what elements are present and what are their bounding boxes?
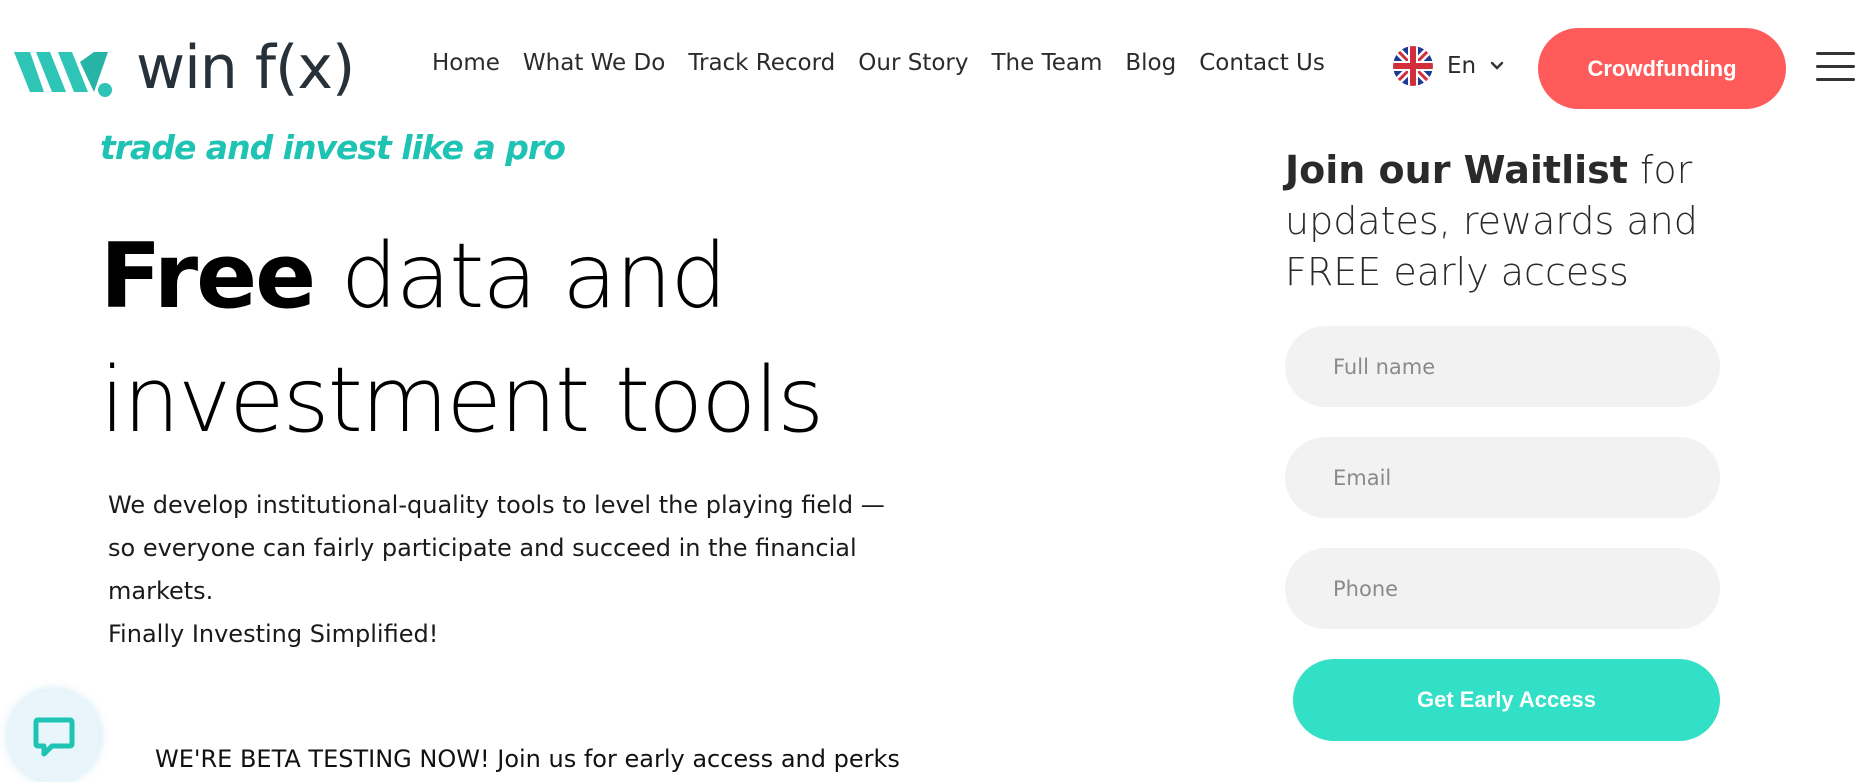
headline-line1-rest: data and	[340, 224, 728, 329]
waitlist-title-bold: Join our Waitlist	[1285, 148, 1628, 192]
winfx-w-mark-icon	[14, 52, 112, 97]
email-input[interactable]	[1285, 437, 1720, 518]
hero-description: We develop institutional-quality tools t…	[108, 484, 908, 656]
logo-text: win f(x)	[136, 33, 355, 103]
language-selector[interactable]: En	[1393, 46, 1504, 86]
chat-bubble-icon	[33, 717, 75, 757]
phone-input[interactable]	[1285, 548, 1720, 629]
language-label: En	[1447, 53, 1477, 79]
headline-bold: Free	[100, 224, 316, 329]
description-line: We develop institutional-quality tools t…	[108, 491, 885, 519]
get-early-access-button[interactable]: Get Early Access	[1293, 659, 1720, 741]
logo[interactable]: win f(x)	[10, 33, 355, 103]
nav-item-track-record[interactable]: Track Record	[688, 50, 835, 76]
full-name-input[interactable]	[1285, 326, 1720, 407]
nav-item-blog[interactable]: Blog	[1125, 50, 1176, 76]
description-line: markets.	[108, 577, 214, 605]
nav-item-what-we-do[interactable]: What We Do	[523, 50, 665, 76]
hamburger-icon[interactable]	[1816, 52, 1855, 82]
beta-notice: WE'RE BETA TESTING NOW! Join us for earl…	[155, 745, 900, 773]
description-line: so everyone can fairly participate and s…	[108, 534, 857, 562]
nav-item-our-story[interactable]: Our Story	[858, 50, 968, 76]
nav-item-the-team[interactable]: The Team	[992, 50, 1103, 76]
hero-tagline: trade and invest like a pro	[100, 128, 566, 167]
chevron-down-icon	[1490, 61, 1504, 70]
nav-item-contact-us[interactable]: Contact Us	[1199, 50, 1325, 76]
chat-widget-button[interactable]	[8, 690, 100, 782]
crowdfunding-button[interactable]: Crowdfunding	[1538, 28, 1786, 109]
uk-flag-icon	[1393, 46, 1433, 86]
hero-headline: Free data and investment tools	[100, 215, 824, 463]
waitlist-title: Join our Waitlist for updates, rewards a…	[1285, 145, 1755, 298]
headline-line2: investment tools	[100, 348, 824, 453]
description-line: Finally Investing Simplified!	[108, 620, 439, 648]
main-nav: Home What We Do Track Record Our Story T…	[432, 50, 1348, 76]
nav-item-home[interactable]: Home	[432, 50, 500, 76]
